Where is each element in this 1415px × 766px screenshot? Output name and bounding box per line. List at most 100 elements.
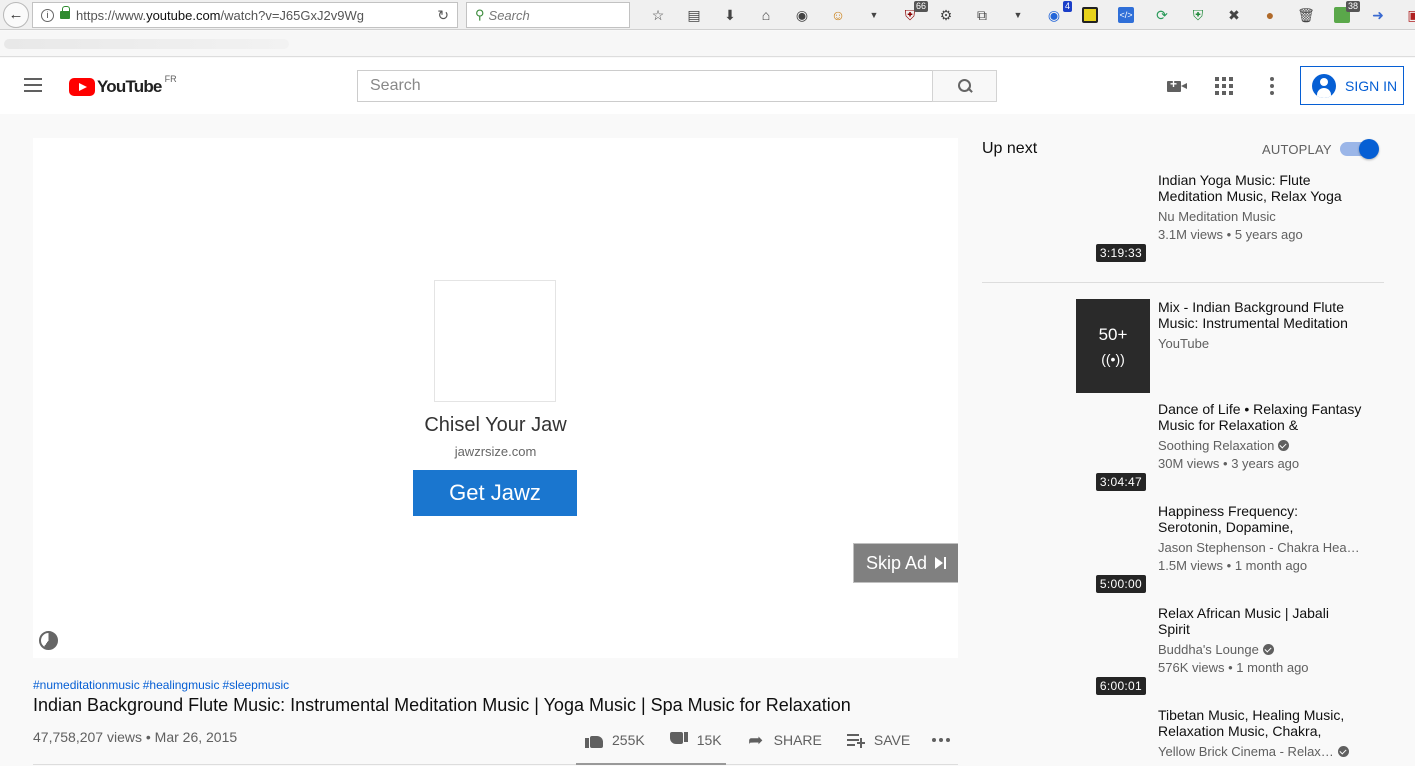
recommended-video[interactable]: 5:00:00 Happiness Frequency: Serotonin, …: [982, 503, 1384, 603]
extension-toolbar: ☆ ▤ ⬇ ⌂ ◉ ☺ ▼ ⛨ 66 ⚙ ⧉ ▼ ◉ 4 </> ⟳ ⛨ ✖ ● 🗑…: [640, 1, 1415, 27]
recommended-video[interactable]: 3:19:33 Indian Yoga Music: Flute Meditat…: [982, 172, 1384, 272]
rec-channel: Soothing Relaxation: [1158, 438, 1363, 453]
video-thumbnail[interactable]: 6:00:01: [982, 605, 1150, 699]
search-input[interactable]: Search: [357, 70, 933, 102]
view-count: 47,758,207 views: [33, 729, 142, 745]
create-video-button[interactable]: [1163, 76, 1187, 96]
mix-count: 50+: [1098, 325, 1128, 344]
sign-in-button[interactable]: SIGN IN: [1300, 66, 1404, 105]
hashtag-link[interactable]: #healingmusic: [143, 678, 220, 692]
rec-title[interactable]: Relax African Music | Jabali Spirit: [1158, 605, 1363, 637]
yellow-extension-icon[interactable]: [1081, 6, 1099, 24]
browser-search-box[interactable]: ⚲ Search: [466, 2, 630, 28]
copy-extension-icon[interactable]: ⧉: [973, 6, 991, 24]
dropdown-arrow-icon[interactable]: ▼: [1009, 6, 1027, 24]
settings-button[interactable]: [1261, 76, 1283, 96]
mix-thumbnail[interactable]: 50+ ((•)): [1076, 299, 1150, 393]
autoplay-toggle[interactable]: [1340, 139, 1379, 159]
rec-channel: Nu Meditation Music: [1158, 209, 1276, 224]
smiley-extension-icon[interactable]: ☺: [829, 6, 847, 24]
video-camera-icon: [1167, 77, 1187, 92]
toggle-knob[interactable]: [1359, 139, 1379, 159]
search-button[interactable]: [932, 70, 997, 102]
skip-next-icon: [935, 557, 947, 569]
rec-views: 30M views • 3 years ago: [1158, 456, 1300, 471]
info-icon[interactable]: i: [41, 8, 54, 22]
more-actions-button[interactable]: [932, 738, 951, 742]
search-icon: [957, 79, 972, 93]
hashtag-link[interactable]: #numeditationmusic: [33, 678, 140, 692]
verified-icon: [1278, 440, 1290, 451]
duration-badge: 3:04:47: [1095, 473, 1146, 491]
code-extension-icon[interactable]: </>: [1117, 6, 1135, 24]
blue-extension-icon[interactable]: ◉ 4: [1045, 1, 1072, 24]
video-thumbnail[interactable]: [982, 707, 1150, 766]
rec-channel: Jason Stephenson - Chakra Hea…: [1158, 540, 1360, 555]
info-divider: [33, 764, 958, 765]
dropdown-arrow-icon[interactable]: ▼: [865, 6, 883, 24]
skip-ad-button[interactable]: Skip Ad: [853, 543, 958, 583]
bookmark-star-icon[interactable]: ☆: [649, 6, 667, 24]
ad-cta-button[interactable]: Get Jawz: [413, 470, 577, 516]
video-thumbnail[interactable]: 3:19:33: [982, 172, 1150, 266]
rec-title[interactable]: Happiness Frequency: Serotonin, Dopamine…: [1158, 503, 1363, 535]
youtube-logo[interactable]: YouTube FR: [69, 74, 177, 97]
hashtags: #numeditationmusic #healingmusic #sleepmus…: [33, 678, 292, 692]
recommended-video[interactable]: 3:04:47 Dance of Life • Relaxing Fantasy…: [982, 401, 1384, 501]
download-icon[interactable]: ⬇: [721, 6, 739, 24]
back-button[interactable]: ←: [3, 1, 29, 28]
green-shield-icon[interactable]: ⛨: [1189, 6, 1207, 24]
lock-extension-icon[interactable]: ▣: [1405, 6, 1415, 24]
like-button[interactable]: 255K: [584, 731, 645, 749]
save-button[interactable]: SAVE: [846, 731, 910, 749]
recommended-video[interactable]: Tibetan Music, Healing Music, Relaxation…: [982, 707, 1384, 766]
video-actions: 255K 15K ➦ SHARE SAVE: [584, 728, 974, 752]
trash-icon[interactable]: 🗑: [1297, 6, 1315, 24]
video-thumbnail[interactable]: 3:04:47: [982, 401, 1150, 495]
rec-channel: Buddha's Lounge: [1158, 642, 1363, 657]
globe-icon[interactable]: ◉: [793, 6, 811, 24]
playlist-add-icon: [846, 733, 865, 748]
search-engine-icon: ⚲: [475, 7, 485, 22]
reader-list-icon[interactable]: ▤: [685, 6, 703, 24]
youtube-play-icon: [69, 78, 95, 96]
home-icon[interactable]: ⌂: [757, 6, 775, 24]
recommended-video[interactable]: 6:00:01 Relax African Music | Jabali Spi…: [982, 605, 1384, 705]
duration-badge: 6:00:01: [1095, 677, 1146, 695]
address-bar[interactable]: i https://www.youtube.com/watch?v=J65GxJ…: [32, 2, 458, 28]
sync-extension-icon[interactable]: ⟳: [1153, 6, 1171, 24]
rec-views: 1.5M views • 1 month ago: [1158, 558, 1308, 573]
ad-title[interactable]: Chisel Your Jaw: [33, 414, 958, 437]
mix-playlist[interactable]: 50+ ((•)) Mix - Indian Background Flute …: [982, 299, 1384, 399]
gears-extension-icon[interactable]: ⚙: [937, 6, 955, 24]
dislike-button[interactable]: 15K: [669, 731, 722, 749]
share-arrow-icon: ➦: [748, 729, 764, 750]
video-title: Indian Background Flute Music: Instrumen…: [33, 695, 851, 715]
ad-image[interactable]: [434, 280, 556, 402]
cookie-extension-icon[interactable]: ●: [1261, 6, 1279, 24]
thumb-down-icon: [670, 732, 688, 748]
rec-title[interactable]: Tibetan Music, Healing Music, Relaxation…: [1158, 707, 1363, 739]
share-button[interactable]: ➦ SHARE: [746, 729, 822, 750]
hamburger-menu-icon[interactable]: [24, 78, 42, 92]
hashtag-link[interactable]: #sleepmusic: [222, 678, 289, 692]
rec-views: 576K views • 1 month ago: [1158, 660, 1309, 675]
green-grid-extension-icon[interactable]: 38: [1333, 1, 1360, 24]
video-player[interactable]: Chisel Your Jaw jawzrsize.com Get Jawz S…: [33, 138, 958, 658]
rec-title[interactable]: Indian Yoga Music: Flute Meditation Musi…: [1158, 172, 1363, 204]
autoplay-label: AUTOPLAY: [1262, 142, 1332, 157]
apps-button[interactable]: [1213, 76, 1235, 96]
rec-title[interactable]: Mix - Indian Background Flute Music: Ins…: [1158, 299, 1363, 331]
ad-domain[interactable]: jawzrsize.com: [33, 444, 958, 459]
verified-icon: [1262, 644, 1274, 655]
verified-icon: [1337, 746, 1349, 757]
reload-icon[interactable]: ↻: [437, 7, 449, 24]
forward-extension-icon[interactable]: ➜: [1369, 6, 1387, 24]
rec-views: 3.1M views • 5 years ago: [1158, 227, 1303, 242]
video-meta: 47,758,207 views • Mar 26, 2015: [33, 729, 238, 745]
youtube-header: YouTube FR Search SIGN IN: [0, 58, 1415, 114]
ublock-shield-icon[interactable]: ⛨ 66: [901, 1, 928, 24]
rec-title[interactable]: Dance of Life • Relaxing Fantasy Music f…: [1158, 401, 1363, 433]
tools-extension-icon[interactable]: ✖: [1225, 6, 1243, 24]
video-thumbnail[interactable]: 5:00:00: [982, 503, 1150, 597]
